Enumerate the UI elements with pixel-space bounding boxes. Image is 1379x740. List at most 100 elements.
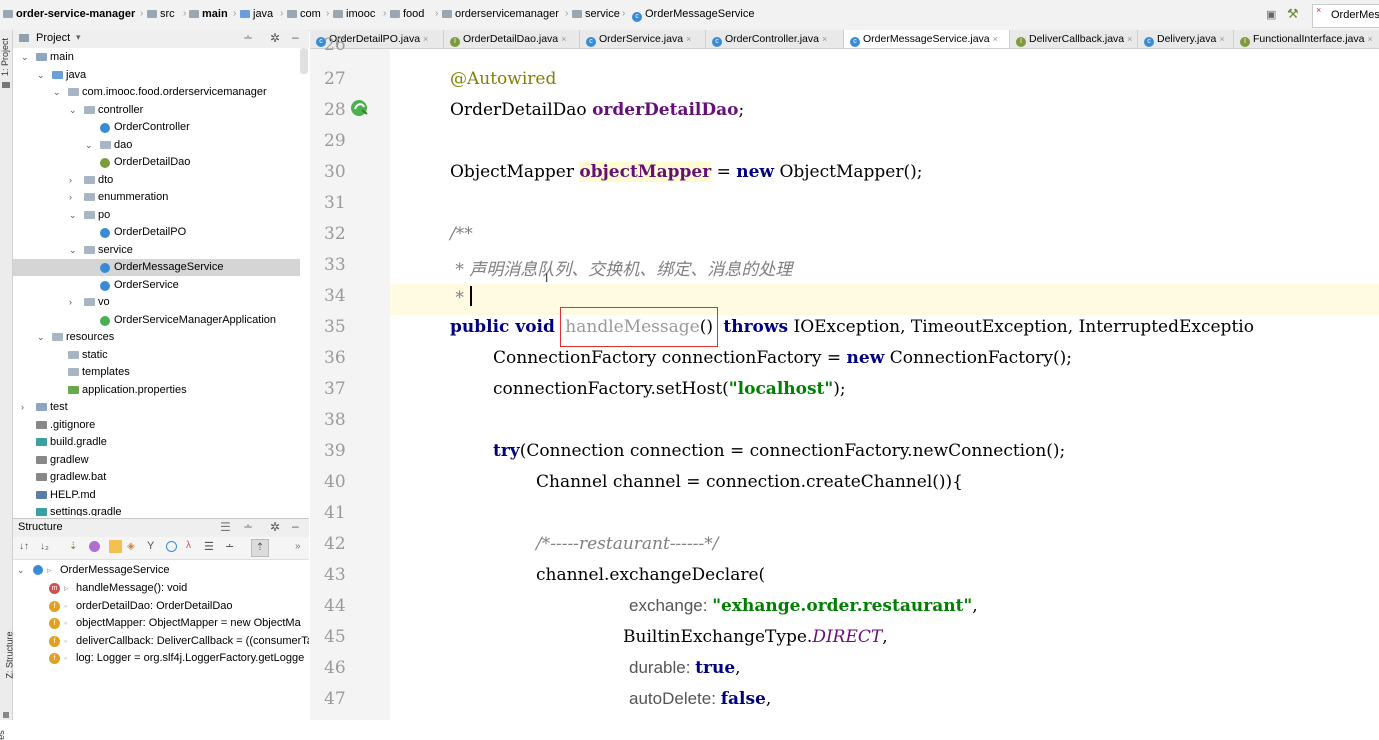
structure-member[interactable]: f ◦ deliverCallback: DeliverCallback = ((c… xyxy=(13,633,309,650)
autoscroll-icon[interactable]: ⇡ xyxy=(251,539,269,557)
breadcrumb-class[interactable]: c OrderMessageService xyxy=(632,8,754,22)
breadcrumb-com[interactable]: com xyxy=(287,8,321,20)
tree-item[interactable]: OrderServiceManagerApplication xyxy=(13,312,300,329)
tree-item[interactable]: OrderMessageService xyxy=(13,259,300,276)
tool-tab-partial[interactable]: es xyxy=(0,730,6,740)
tree-item[interactable]: ⌄ service xyxy=(13,242,300,259)
bean-navigation-icon[interactable] xyxy=(349,98,371,118)
editor-tab[interactable]: c Delivery.java × xyxy=(1138,30,1234,48)
tree-item[interactable]: HELP.md xyxy=(13,487,300,504)
show-inherited-icon[interactable]: ⇣ xyxy=(69,541,77,552)
show-anonymous-icon[interactable] xyxy=(166,541,177,552)
project-scrollbar[interactable] xyxy=(300,48,308,74)
code-editor[interactable]: @Autowired OrderDetailDao orderDetailDao;… xyxy=(390,49,1379,720)
collapse-all-icon[interactable]: ∸ xyxy=(243,31,253,45)
breadcrumb-main[interactable]: main xyxy=(189,8,228,20)
chevron-right-icon[interactable]: › xyxy=(69,189,72,206)
tree-item[interactable]: › enummeration xyxy=(13,189,300,206)
collapse-all-icon[interactable]: ∸ xyxy=(243,520,253,534)
tree-item[interactable]: settings.gradle xyxy=(13,504,300,516)
tree-item[interactable]: › test xyxy=(13,399,300,416)
editor-tab[interactable]: I DeliverCallback.java × xyxy=(1010,30,1138,48)
tree-item[interactable]: static xyxy=(13,347,300,364)
chevron-down-icon[interactable]: ⌄ xyxy=(69,242,77,259)
chevron-down-icon[interactable]: ⌄ xyxy=(17,562,25,579)
project-tool-tab[interactable]: 1: Project xyxy=(0,38,10,76)
editor-tab[interactable]: c OrderMessageService.java × xyxy=(844,30,1010,48)
tree-item[interactable]: ⌄ resources xyxy=(13,329,300,346)
chevron-down-icon[interactable]: ▾ xyxy=(76,32,81,43)
tree-item[interactable]: templates xyxy=(13,364,300,381)
chevron-down-icon[interactable]: ⌄ xyxy=(37,67,45,84)
show-fields-icon[interactable] xyxy=(109,540,122,553)
tree-item[interactable]: ⌄ controller xyxy=(13,102,300,119)
close-icon[interactable]: × xyxy=(822,34,827,44)
editor-tab[interactable]: c OrderController.java × xyxy=(706,30,844,48)
breadcrumb-java[interactable]: java xyxy=(240,8,273,20)
tree-item[interactable]: ⌄ dao xyxy=(13,137,300,154)
tree-item[interactable]: .gitignore xyxy=(13,417,300,434)
show-properties-icon[interactable] xyxy=(89,541,100,552)
project-view-selector[interactable]: Project xyxy=(36,32,70,44)
structure-member[interactable]: f ◦ log: Logger = org.slf4j.LoggerFactory.… xyxy=(13,650,309,667)
tree-item[interactable]: ⌄ main xyxy=(13,49,300,66)
tree-item[interactable]: build.gradle xyxy=(13,434,300,451)
hide-panel-icon[interactable]: – xyxy=(292,519,299,533)
close-icon[interactable]: × xyxy=(1367,34,1372,44)
breadcrumb-food[interactable]: food xyxy=(390,8,424,20)
editor-tab[interactable]: I FunctionalInterface.java × xyxy=(1234,30,1379,48)
structure-root[interactable]: ⌄ ▹ OrderMessageService xyxy=(13,562,309,579)
window-layout-icon[interactable]: ▣ xyxy=(1266,8,1276,21)
chevron-right-icon[interactable]: › xyxy=(69,294,72,311)
run-config-selector[interactable]: × OrderMes xyxy=(1312,4,1379,28)
chevron-down-icon[interactable]: ⌄ xyxy=(69,207,77,224)
chevron-right-icon[interactable]: › xyxy=(21,399,24,416)
more-icon[interactable]: » xyxy=(295,541,301,552)
gear-icon[interactable]: ✲ xyxy=(270,520,280,534)
tree-item[interactable]: gradlew xyxy=(13,452,300,469)
tree-item[interactable]: gradlew.bat xyxy=(13,469,300,486)
close-icon[interactable]: × xyxy=(561,34,566,44)
sort-visibility-icon[interactable]: ↓↑ xyxy=(19,541,29,552)
tree-item[interactable]: ⌄ com.imooc.food.orderservicemanager xyxy=(13,84,300,101)
structure-member[interactable]: m ▹ handleMessage(): void xyxy=(13,580,309,597)
tree-item[interactable]: ⌄ java xyxy=(13,67,300,84)
tree-item[interactable]: › dto xyxy=(13,172,300,189)
chevron-down-icon[interactable]: ⌄ xyxy=(21,49,29,66)
close-icon[interactable]: × xyxy=(423,34,428,44)
collapse-all-icon[interactable]: ∸ xyxy=(225,540,234,553)
breadcrumb-project[interactable]: order-service-manager xyxy=(3,8,135,20)
build-hammer-icon[interactable]: ⚒ xyxy=(1287,6,1299,22)
expand-all-icon[interactable]: ☰ xyxy=(204,540,214,553)
structure-member[interactable]: f ◦ objectMapper: ObjectMapper = new Objec… xyxy=(13,615,309,632)
show-lambdas-icon[interactable]: Y xyxy=(147,540,154,552)
tree-item[interactable]: › vo xyxy=(13,294,300,311)
close-icon[interactable]: × xyxy=(1127,34,1132,44)
tree-item[interactable]: application.properties xyxy=(13,382,300,399)
show-non-public-icon[interactable]: ◈ xyxy=(127,541,135,552)
close-icon[interactable]: × xyxy=(993,34,998,44)
chevron-down-icon[interactable]: ⌄ xyxy=(37,329,45,346)
structure-member[interactable]: f ◦ orderDetailDao: OrderDetailDao xyxy=(13,598,309,615)
gear-icon[interactable]: ✲ xyxy=(270,31,280,45)
sort-alpha-icon[interactable]: ↓₂ xyxy=(40,541,49,552)
chevron-down-icon[interactable]: ⌄ xyxy=(69,102,77,119)
breadcrumb-imooc[interactable]: imooc xyxy=(333,8,375,20)
tree-item[interactable]: ⌄ po xyxy=(13,207,300,224)
chevron-right-icon[interactable]: › xyxy=(69,172,72,189)
editor-tab[interactable]: I OrderDetailDao.java × xyxy=(444,30,580,48)
tree-item[interactable]: OrderService xyxy=(13,277,300,294)
show-lambda-icon[interactable]: λ xyxy=(186,540,191,551)
hide-panel-icon[interactable]: – xyxy=(292,30,299,44)
tree-item[interactable]: OrderDetailPO xyxy=(13,224,300,241)
close-icon[interactable]: × xyxy=(1219,34,1224,44)
chevron-down-icon[interactable]: ⌄ xyxy=(85,137,93,154)
breadcrumb-src[interactable]: src xyxy=(147,8,175,20)
breadcrumb-service[interactable]: service xyxy=(572,8,620,20)
expand-all-icon[interactable]: ☰ xyxy=(220,520,231,534)
chevron-down-icon[interactable]: ⌄ xyxy=(53,84,61,101)
editor-tab[interactable]: c OrderService.java × xyxy=(580,30,706,48)
close-icon[interactable]: × xyxy=(686,34,691,44)
tree-item[interactable]: OrderController xyxy=(13,119,300,136)
tree-item[interactable]: OrderDetailDao xyxy=(13,154,300,171)
